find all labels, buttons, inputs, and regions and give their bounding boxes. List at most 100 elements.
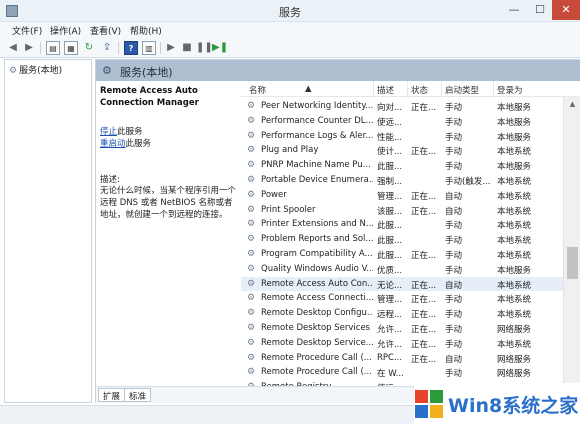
services-panel: ⚙ 服务(本地) Remote Access Auto Connection M… — [95, 59, 580, 403]
service-description-cell: 此服... — [377, 236, 403, 247]
table-row[interactable]: ⚙ Remote Procedure Call (... 在 W... 手动 网络服务 — [241, 365, 563, 380]
gear-icon: ⚙ — [247, 337, 256, 348]
restart-icon[interactable]: ▶❚ — [212, 41, 228, 55]
table-row[interactable]: ⚙ Program Compatibility A... 此服... 正在... 手动 本… — [241, 247, 563, 262]
table-row[interactable]: ⚙ Quality Windows Audio V... 优质... 手动 本地服务 — [241, 262, 563, 277]
toolbar-separator — [160, 42, 161, 54]
scrollbar-thumb[interactable] — [567, 247, 578, 279]
tree-node-label: 服务(本地) — [19, 66, 63, 76]
service-startup-cell: 手动 — [445, 265, 463, 276]
column-header-status[interactable]: 状态 — [411, 84, 428, 96]
gear-icon: ⚙ — [247, 278, 256, 289]
column-header-startup-type[interactable]: 启动类型 — [445, 84, 479, 96]
gear-icon: ⚙ — [247, 145, 256, 156]
selected-service-name: Remote Access Auto Connection Manager — [100, 86, 199, 108]
show-hide-icon[interactable]: ▥ — [142, 41, 156, 55]
service-name-cell: Program Compatibility A... — [261, 249, 373, 259]
table-row[interactable]: ⚙ Performance Logs & Aler... 性能... 手动 本地服务 — [241, 129, 563, 144]
service-logon-cell: 本地服务 — [497, 117, 532, 128]
console-tree-icon[interactable]: ▤ — [46, 41, 60, 55]
menu-view[interactable]: 查看(V) — [90, 24, 121, 37]
forward-arrow-icon[interactable]: ▶ — [22, 41, 36, 55]
table-row[interactable]: ⚙ Power 管理... 正在... 自动 本地系统 — [241, 188, 563, 203]
column-divider[interactable] — [407, 81, 408, 97]
service-status-cell: 正在... — [411, 310, 437, 321]
service-name-cell: Power — [261, 189, 287, 200]
back-arrow-icon[interactable]: ◀ — [6, 41, 20, 55]
column-header-description[interactable]: 描述 — [377, 84, 394, 96]
start-icon[interactable]: ▶ — [164, 41, 178, 55]
properties-icon[interactable]: ▦ — [64, 41, 78, 55]
stop-icon[interactable]: ■ — [180, 41, 194, 55]
service-startup-cell: 手动 — [445, 147, 463, 158]
column-divider[interactable] — [373, 81, 374, 97]
table-row[interactable]: ⚙ Remote Desktop Services 允许... 正在... 手动 网络服务 — [241, 321, 563, 336]
pause-icon[interactable]: ❚❚ — [196, 41, 213, 55]
restart-service-link[interactable]: 重启动 — [100, 139, 126, 149]
minimize-button[interactable]: — — [500, 0, 528, 20]
stop-service-line: 停止此服务 — [100, 125, 143, 137]
column-header-name[interactable]: 名称 — [249, 84, 266, 96]
menu-action[interactable]: 操作(A) — [50, 24, 81, 37]
stop-service-link[interactable]: 停止 — [100, 127, 117, 137]
service-status-cell: 正在... — [411, 354, 437, 365]
table-row[interactable]: ⚙ Performance Counter DL... 使远... 手动 本地服务 — [241, 114, 563, 129]
service-name-cell: Peer Networking Identity... — [261, 101, 373, 111]
table-row[interactable]: ⚙ Problem Reports and Sol... 此服... 手动 本地系统 — [241, 232, 563, 247]
service-name-cell: Remote Access Auto Con... — [261, 278, 373, 289]
export-icon[interactable]: ⇪ — [100, 41, 114, 55]
column-divider[interactable] — [441, 81, 442, 97]
table-row[interactable]: ⚙ PNRP Machine Name Pu... 此服... 手动 本地服务 — [241, 158, 563, 173]
windows-logo-icon — [415, 390, 443, 418]
table-row[interactable]: ⚙ Portable Device Enumera... 强制... 手动(触发...… — [241, 173, 563, 188]
column-header-row: ▲ 名称 描述 状态 启动类型 登录为 — [241, 81, 580, 97]
title-bar: 服务 — ☐ ✕ — [0, 0, 580, 22]
table-row[interactable]: ⚙ Remote Access Auto Con... 无论... 正在... 自动 本地… — [241, 276, 563, 292]
help-icon[interactable]: ? — [124, 41, 138, 55]
service-name-cell: Remote Desktop Service... — [261, 337, 373, 348]
tab-standard[interactable]: 标准 — [124, 388, 152, 402]
service-startup-cell: 手动 — [445, 310, 463, 321]
table-row[interactable]: ⚙ Remote Procedure Call (... RPC... 正在... 自动… — [241, 351, 563, 366]
service-logon-cell: 网络服务 — [497, 369, 532, 380]
table-row[interactable]: ⚙ Remote Access Connecti... 管理... 正在... 手动 本地… — [241, 291, 563, 306]
gear-icon: ⚙ — [247, 130, 256, 141]
service-description-cell: 性能... — [377, 132, 403, 143]
vertical-scrollbar[interactable]: ▲ — [563, 97, 580, 386]
gear-icon: ⚙ — [247, 101, 256, 111]
toolbar-separator — [118, 42, 119, 54]
service-startup-cell: 手动 — [445, 221, 463, 232]
maximize-button[interactable]: ☐ — [526, 0, 554, 20]
menu-bar: 文件(F) 操作(A) 查看(V) 帮助(H) — [0, 22, 580, 38]
service-name-cell: Performance Counter DL... — [261, 115, 373, 126]
tree-node-services-local[interactable]: ⚙ 服务(本地) — [9, 63, 62, 76]
column-divider[interactable] — [493, 81, 494, 97]
tab-extended[interactable]: 扩展 — [98, 388, 126, 402]
menu-help[interactable]: 帮助(H) — [130, 24, 162, 37]
table-row[interactable]: ⚙ Printer Extensions and N... 此服... 手动 本地系统 — [241, 217, 563, 232]
service-name-cell: PNRP Machine Name Pu... — [261, 160, 371, 171]
service-name-cell: Remote Desktop Configu... — [261, 308, 373, 319]
gear-icon: ⚙ — [247, 323, 256, 333]
service-description-cell: 此服... — [377, 221, 403, 232]
toolbar-separator — [40, 42, 41, 54]
service-description-cell: 强制... — [377, 177, 403, 187]
table-row[interactable]: ⚙ Plug and Play 使计... 正在... 手动 本地系统 — [241, 143, 563, 158]
gear-icon: ⚙ — [247, 204, 256, 215]
refresh-icon[interactable]: ↻ — [82, 41, 96, 55]
table-row[interactable]: ⚙ Remote Desktop Service... 允许... 正在... 手动 本地… — [241, 336, 563, 351]
table-row[interactable]: ⚙ Print Spooler 该服... 正在... 自动 本地系统 — [241, 203, 563, 218]
service-startup-cell: 自动 — [445, 280, 463, 291]
sort-caret-icon: ▲ — [305, 84, 312, 94]
scroll-up-icon[interactable]: ▲ — [564, 97, 580, 111]
service-startup-cell: 手动 — [445, 103, 463, 113]
gear-icon: ⚙ — [247, 367, 256, 378]
column-header-logon[interactable]: 登录为 — [497, 84, 523, 96]
menu-file[interactable]: 文件(F) — [12, 24, 42, 37]
service-status-cell: 正在... — [411, 251, 437, 261]
service-name-cell: Remote Desktop Services — [261, 323, 371, 333]
table-row[interactable]: ⚙ Remote Desktop Configu... 远程... 正在... 手动 本地… — [241, 306, 563, 321]
panel-title: 服务(本地) — [120, 66, 173, 79]
close-button[interactable]: ✕ — [552, 0, 580, 20]
table-row[interactable]: ⚙ Peer Networking Identity... 向对... 正在... 手动… — [241, 99, 563, 114]
